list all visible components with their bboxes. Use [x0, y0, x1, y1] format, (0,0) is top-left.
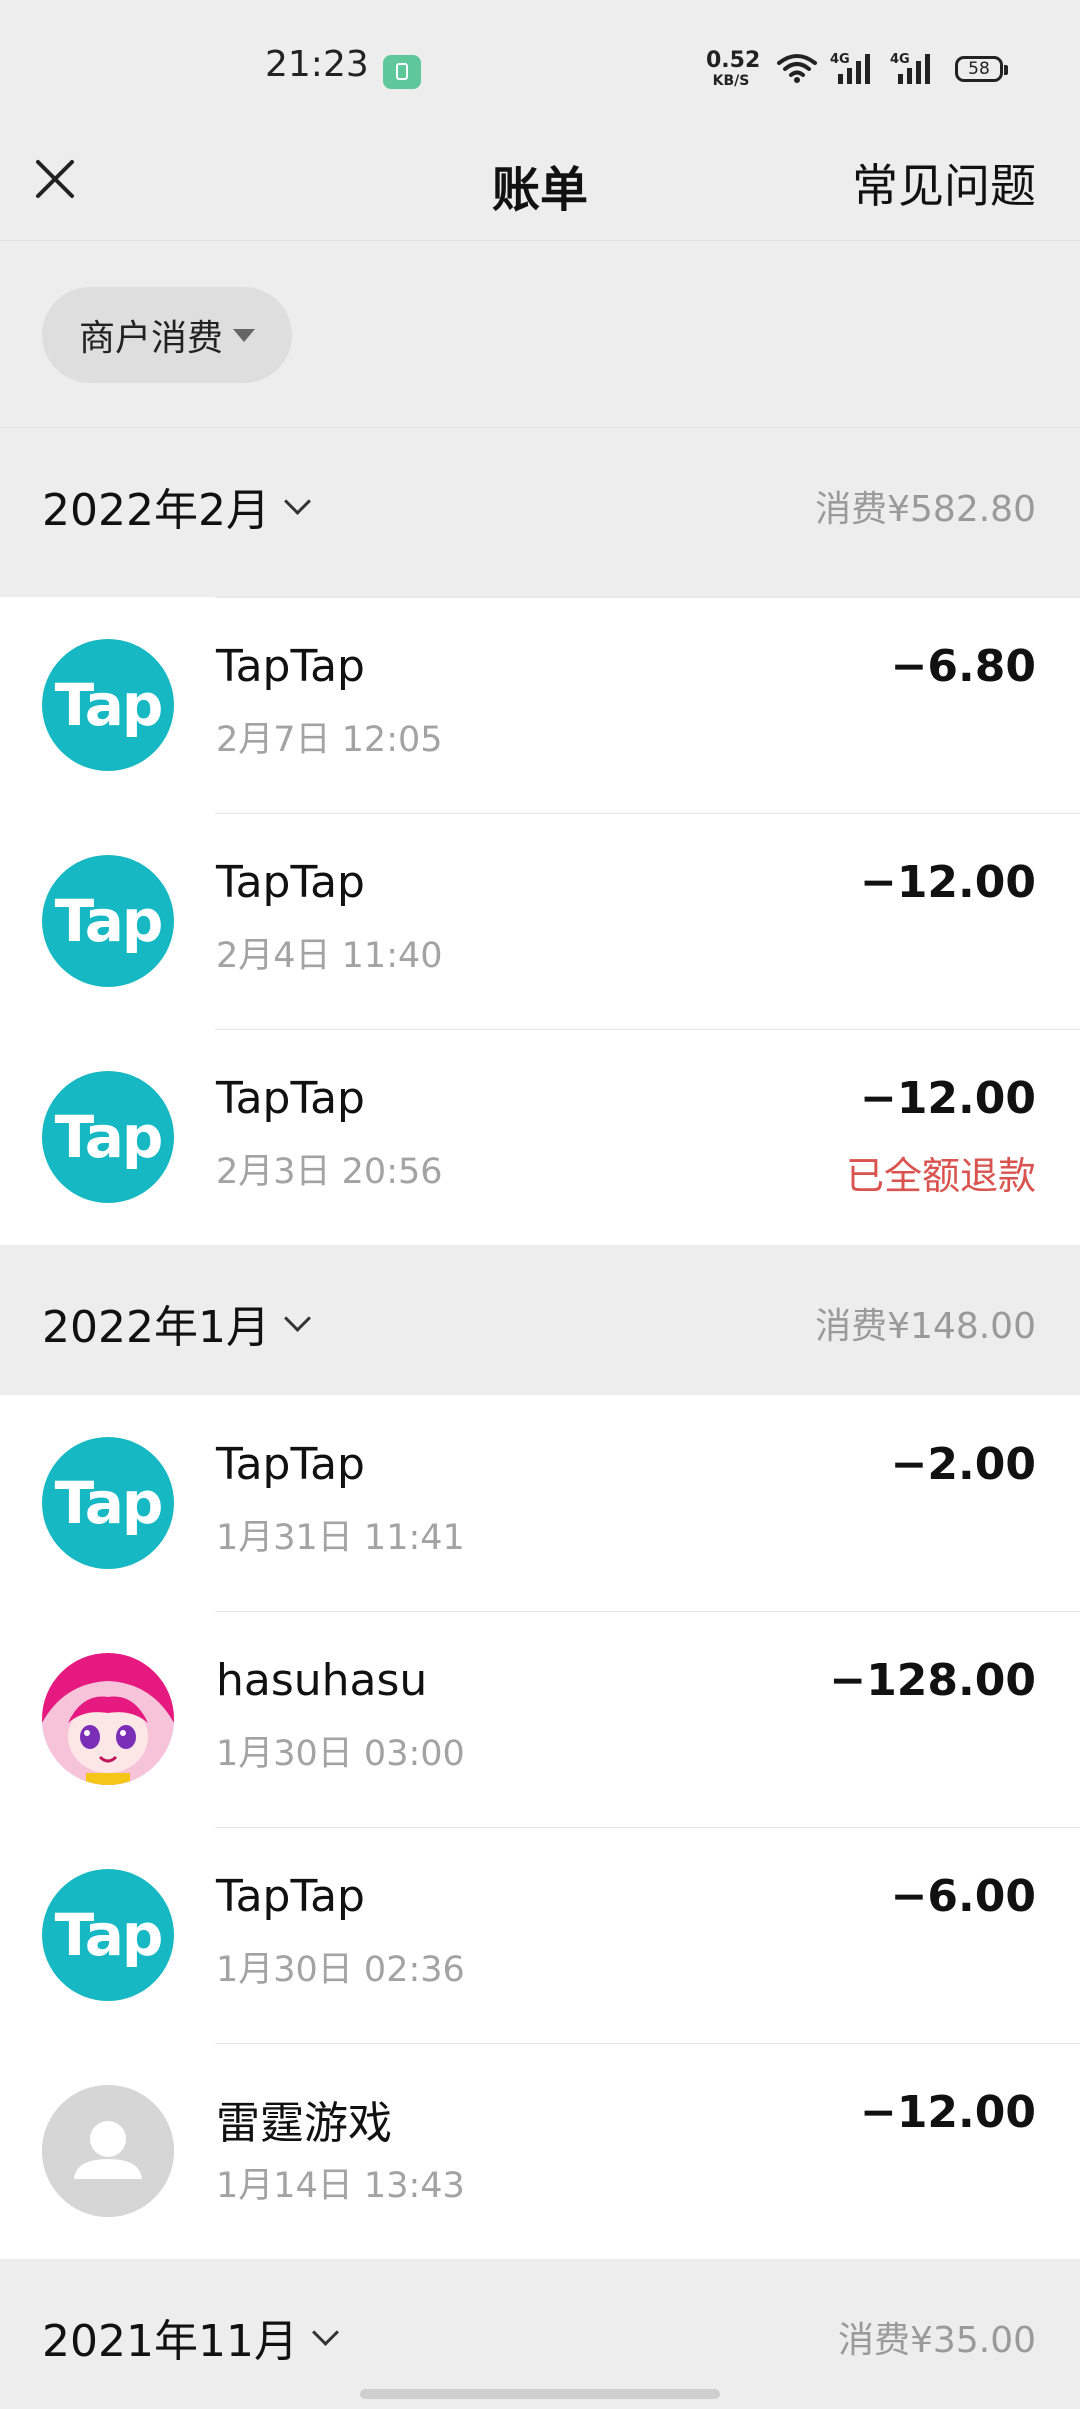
signal-icon: 4G [890, 52, 930, 84]
month-total: 消费¥148.00 [815, 1306, 1036, 1347]
header-bar: 账单 常见问题 [0, 140, 1080, 240]
month-header[interactable]: 2022年2月 消费¥582.80 [0, 428, 1080, 578]
merchant-name: 雷霆游戏 [216, 2098, 392, 2149]
chevron-down-icon [284, 487, 311, 515]
transaction-row[interactable]: Tap TapTap 2月4日 11:40 −12.00 [0, 813, 1080, 1029]
status-time: 21:23 [265, 44, 369, 85]
transaction-row[interactable]: Tap TapTap 2月7日 12:05 −6.80 [0, 597, 1080, 813]
month-label: 2022年1月 [42, 1302, 270, 1353]
transaction-list: Tap TapTap 2月7日 12:05 −6.80 Tap TapTap 2… [0, 597, 1080, 1245]
dropdown-arrow-icon [233, 328, 255, 342]
month-header[interactable]: 2022年1月 消费¥148.00 [0, 1245, 1080, 1395]
status-bar: 21:23 0.52 KB/S 4G 4G 58 [0, 0, 1080, 140]
network-speed-value: 0.52 [706, 48, 761, 73]
month-total: 消费¥35.00 [838, 2320, 1036, 2361]
refund-status: 已全额退款 [845, 1154, 1036, 1198]
network-speed-unit: KB/S [712, 73, 750, 89]
transaction-time: 1月31日 11:41 [216, 1518, 465, 1558]
transaction-row[interactable]: Tap TapTap 2月3日 20:56 −12.00 已全额退款 [0, 1029, 1080, 1245]
chevron-down-icon [284, 1304, 311, 1332]
close-icon[interactable] [30, 154, 80, 204]
merchant-name: hasuhasu [216, 1655, 428, 1706]
transaction-row[interactable]: hasuhasu 1月30日 03:00 −128.00 [0, 1611, 1080, 1827]
month-header[interactable]: 2021年11月 消费¥35.00 [0, 2259, 1080, 2409]
transaction-time: 2月7日 12:05 [216, 720, 443, 760]
transaction-time: 1月30日 03:00 [216, 1734, 465, 1774]
taptap-logo-icon: Tap [42, 855, 174, 987]
default-user-avatar-icon [42, 2085, 174, 2217]
transaction-time: 2月3日 20:56 [216, 1152, 443, 1192]
transaction-amount: −2.00 [890, 1439, 1036, 1490]
transaction-row[interactable]: Tap TapTap 1月31日 11:41 −2.00 [0, 1395, 1080, 1611]
network-type-label: 4G [890, 52, 910, 67]
month-total: 消费¥582.80 [815, 489, 1036, 530]
filter-label: 商户消费 [78, 318, 223, 359]
transaction-amount: −12.00 [859, 857, 1036, 908]
merchant-name: TapTap [216, 857, 365, 908]
merchant-name: TapTap [216, 1439, 365, 1490]
merchant-name: TapTap [216, 641, 365, 692]
transaction-row[interactable]: Tap TapTap 1月30日 02:36 −6.00 [0, 1827, 1080, 2043]
notification-app-icon [383, 55, 421, 89]
signal-icon: 4G [830, 52, 870, 84]
battery-icon: 58 [955, 56, 1008, 82]
transaction-amount: −12.00 [859, 1073, 1036, 1124]
merchant-name: TapTap [216, 1871, 365, 1922]
network-type-label: 4G [830, 52, 850, 67]
home-indicator[interactable] [360, 2389, 720, 2399]
network-speed: 0.52 KB/S [706, 48, 761, 89]
taptap-logo-icon: Tap [42, 1071, 174, 1203]
month-label: 2022年2月 [42, 485, 270, 536]
faq-link[interactable]: 常见问题 [852, 150, 1036, 216]
chevron-down-icon [312, 2318, 339, 2346]
wifi-icon [777, 54, 817, 83]
transaction-amount: −128.00 [829, 1655, 1036, 1706]
month-label: 2021年11月 [42, 2316, 298, 2367]
transaction-row[interactable]: 雷霆游戏 1月14日 13:43 −12.00 [0, 2043, 1080, 2259]
filter-area: 商户消费 [0, 240, 1080, 428]
transaction-time: 2月4日 11:40 [216, 936, 443, 976]
transaction-amount: −6.00 [890, 1871, 1036, 1922]
transaction-time: 1月14日 13:43 [216, 2166, 465, 2206]
taptap-logo-icon: Tap [42, 1437, 174, 1569]
transaction-list: Tap TapTap 1月31日 11:41 −2.00 hasuhasu 1月… [0, 1395, 1080, 2259]
transaction-amount: −6.80 [890, 641, 1036, 692]
transaction-time: 1月30日 02:36 [216, 1950, 465, 1990]
taptap-logo-icon: Tap [42, 639, 174, 771]
taptap-logo-icon: Tap [42, 1869, 174, 2001]
filter-dropdown[interactable]: 商户消费 [42, 287, 292, 383]
anime-avatar-icon [42, 1653, 174, 1785]
merchant-name: TapTap [216, 1073, 365, 1124]
transaction-amount: −12.00 [859, 2087, 1036, 2138]
